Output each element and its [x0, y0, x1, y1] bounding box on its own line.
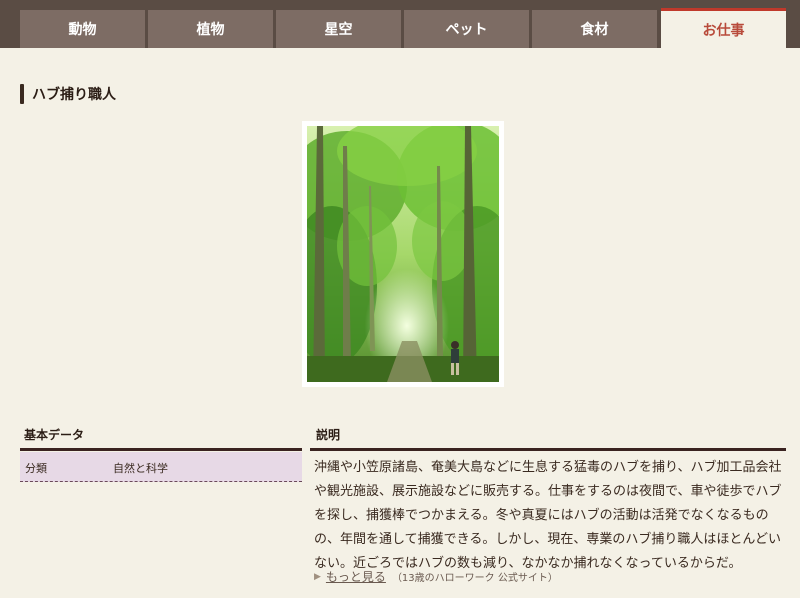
basic-data-heading: 基本データ [24, 428, 85, 442]
photo-frame [302, 121, 504, 387]
title-bar-marker [20, 84, 24, 104]
triangle-right-icon: ▶ [314, 571, 321, 582]
description-text: 沖縄や小笠原諸島、奄美大島などに生息する猛毒のハブを捕り、ハブ加工品会社や観光施… [314, 460, 782, 571]
tab-food[interactable]: 食材 [532, 10, 657, 48]
data-row-label: 分類 [25, 462, 47, 475]
more-link-source: （13歳のハローワーク 公式サイト） [391, 573, 558, 584]
tab-starry-sky[interactable]: 星空 [276, 10, 401, 48]
more-link-row: ▶ もっと見る （13歳のハローワーク 公式サイト） [314, 568, 558, 585]
top-nav-bar: 動物 植物 星空 ペット 食材 お仕事 [0, 0, 800, 48]
data-row-value: 自然と科学 [113, 462, 168, 475]
forest-photo [307, 126, 499, 382]
data-row-category: 分類 自然と科学 [20, 452, 302, 482]
tab-plants[interactable]: 植物 [148, 10, 273, 48]
tab-pets[interactable]: ペット [404, 10, 529, 48]
tab-jobs[interactable]: お仕事 [661, 8, 786, 48]
description-divider [310, 448, 786, 451]
basic-data-divider [20, 448, 302, 451]
more-link[interactable]: もっと見る [326, 568, 386, 585]
description-heading: 説明 [316, 428, 341, 442]
page-title: ハブ捕り職人 [32, 87, 116, 103]
tab-animals[interactable]: 動物 [20, 10, 145, 48]
page-title-block: ハブ捕り職人 [20, 84, 116, 104]
